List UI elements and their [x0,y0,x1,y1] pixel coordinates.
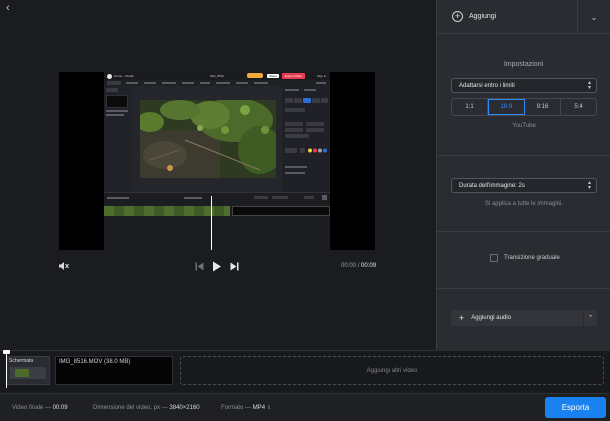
panel-divider [437,155,610,156]
back-arrow-icon[interactable]: ‹ [6,2,10,14]
panel-divider [437,231,610,232]
add-audio-button[interactable]: + Aggiungi audio [451,310,583,326]
fit-mode-value: Adattarsi entro i limiti [459,82,515,89]
transition-option[interactable]: Transizione graduale [490,254,560,262]
preview-frame-screenshot: Home – Studio IMG_8516 Share Export Vide… [104,72,330,250]
transition-label: Transizione graduale [504,255,560,261]
ratio-hint: YouTube [512,123,536,129]
timeline-playhead[interactable] [6,352,7,388]
format-value[interactable]: MP4 [253,405,265,411]
format-updown-icon[interactable]: ⇕ [267,405,271,411]
inner-share-button: Share [267,74,280,78]
ratio-9-16[interactable]: 9:16 [525,99,561,115]
inner-export-button: Export Video [282,73,306,79]
screenshot-clip-thumbnail[interactable]: Schermata [6,356,50,385]
playback-time: 00:00 / 00:09 [341,263,376,269]
add-audio-label: Aggiungi audio [471,315,511,321]
add-plus-icon[interactable]: + [452,11,463,22]
panel-divider [437,288,610,289]
video-clip[interactable]: IMG_8516.MOV (38.0 MB) [55,356,173,385]
inner-app-title: Home – Studio [114,74,134,78]
settings-title: Impostazioni [503,61,544,68]
inner-file-name: IMG_8516 [210,74,225,78]
plants-photo-image [140,100,276,178]
play-icon[interactable] [212,261,222,274]
add-dropdown-chevron-icon[interactable]: ⌄ [577,0,610,34]
skip-back-icon[interactable] [195,262,204,273]
settings-panel: + Aggiungi ⌄ Impostazioni Adattarsi entr… [436,0,610,350]
ratio-5-4[interactable]: 5:4 [561,99,596,115]
inner-sign-in: Sign in [317,74,327,78]
inner-properties-panel [282,86,330,192]
inner-timeline [104,192,330,250]
aspect-ratio-group: 1:1 16:9 9:16 5:4 [451,98,597,116]
clip-label: IMG_8516.MOV (38.0 MB) [59,359,131,365]
inner-media-thumbnail [106,95,128,108]
inner-clip-strip-dark [232,206,330,216]
add-media-bar: + Aggiungi ⌄ [437,0,610,34]
current-time: 00:00 [341,263,357,269]
footer-bar [0,393,610,421]
final-video-label: Video finale — [12,405,51,411]
final-video-info: Video finale — 00:09 [12,405,68,411]
image-duration-value: Durata dell'immagine: 2s [459,182,525,189]
select-updown-icon: ▴ ▾ [587,80,591,91]
format-info[interactable]: Formato — MP4 ⇕ [221,405,271,411]
image-duration-select[interactable]: Durata dell'immagine: 2s ▴ ▾ [451,178,597,193]
ratio-16-9[interactable]: 16:9 [488,99,525,115]
video-size-info: Dimensione del video, px — 3840×2160 [93,405,200,411]
transition-checkbox[interactable] [490,254,498,262]
export-button[interactable]: Esporta [545,397,606,418]
inner-canvas-photo [140,100,276,178]
video-preview: Home – Studio IMG_8516 Share Export Vide… [59,72,375,250]
inner-properties-items [285,89,328,174]
ratio-1-1[interactable]: 1:1 [452,99,488,115]
select-updown-icon: ▴ ▾ [587,180,591,191]
add-more-label: Aggiungi altri video [366,367,418,374]
format-label: Formato — [221,405,252,411]
inner-playhead [211,196,212,250]
inner-timeline-controls [107,195,327,200]
add-button-label[interactable]: Aggiungi [469,13,496,20]
inner-logo-icon [107,74,112,79]
fit-mode-select[interactable]: Adattarsi entro i limiti ▴ ▾ [451,78,597,93]
thumb-label: Schermata [9,358,34,364]
total-time: 00:09 [361,263,377,269]
mute-icon[interactable] [58,261,69,273]
add-more-videos-dropzone[interactable]: Aggiungi altri video [180,356,604,385]
audio-expand-chevron-icon[interactable]: ⌃ [583,310,597,326]
video-size-label: Dimensione del video, px — [93,405,168,411]
plus-icon: + [459,313,465,323]
inner-upgrade-pill [247,73,263,78]
duration-hint: Si applica a tutte le immagini. [484,201,564,207]
skip-forward-icon[interactable] [230,262,239,273]
time-separator: / [357,263,360,269]
final-video-value: 00:09 [52,405,68,411]
video-size-value: 3840×2160 [169,405,200,411]
inner-app-topbar: Home – Studio IMG_8516 Share Export Vide… [104,72,330,80]
